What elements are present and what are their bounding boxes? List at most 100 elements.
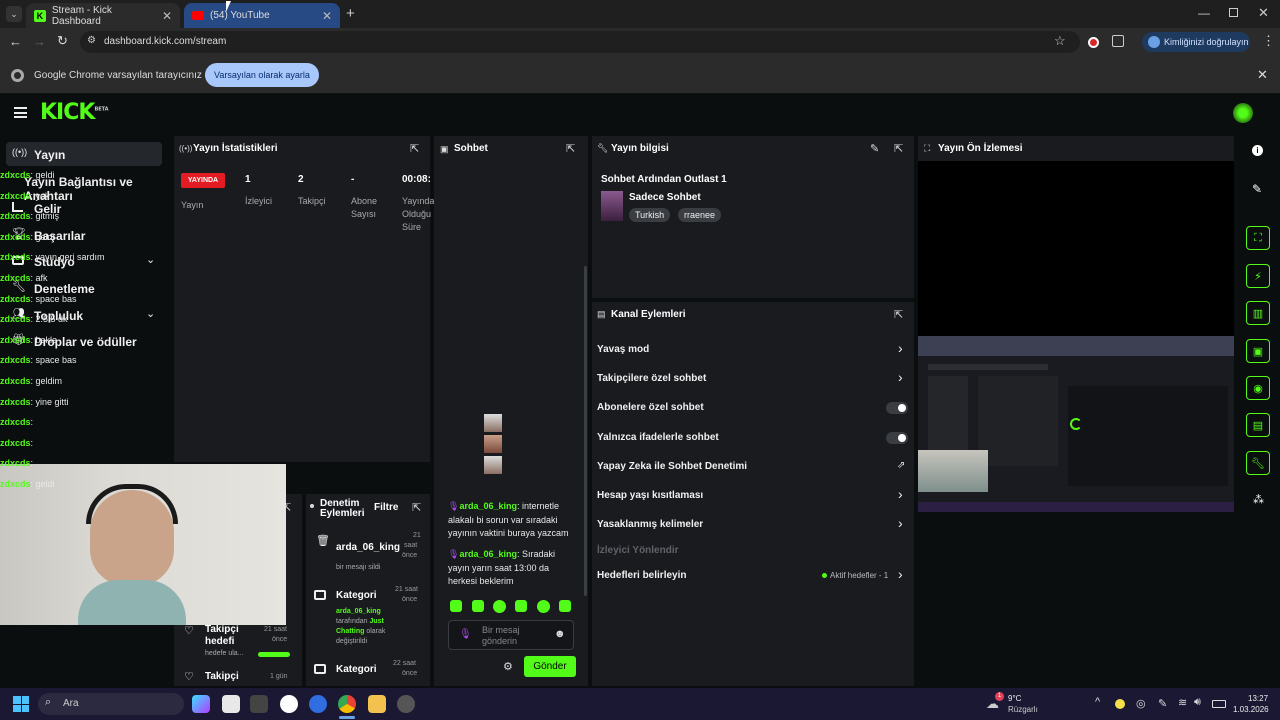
close-tab-icon[interactable]: ✕	[322, 9, 332, 23]
chat-username[interactable]: zdxcds	[0, 211, 31, 221]
category-name[interactable]: Sadece Sohbet	[629, 192, 701, 203]
edit-pencil-icon[interactable]: ✎	[870, 142, 879, 155]
tray-app-icon[interactable]: ✎	[1158, 697, 1167, 710]
maximize-icon[interactable]	[1229, 8, 1238, 17]
emote-icon[interactable]	[537, 600, 550, 613]
chat-username[interactable]: zdxcds	[0, 417, 31, 427]
chevron-right-icon[interactable]: ›	[898, 515, 903, 531]
taskbar-search[interactable]: ⌕ Ara	[38, 693, 184, 715]
reload-icon[interactable]: ↻	[57, 33, 68, 49]
chrome-taskbar-icon[interactable]	[338, 695, 356, 713]
file-explorer-icon[interactable]	[368, 695, 386, 713]
new-tab-icon[interactable]: +	[346, 5, 355, 22]
site-info-icon[interactable]: ⚙	[87, 35, 96, 46]
chat-username[interactable]: zdxcds	[0, 479, 31, 489]
action-set-goals[interactable]: Hedefleri belirleyin	[597, 570, 686, 581]
tray-app-icon[interactable]: ◎	[1136, 697, 1146, 710]
windows-start-icon[interactable]	[13, 696, 29, 712]
battery-icon[interactable]	[1212, 700, 1226, 708]
bookmark-star-icon[interactable]: ☆	[1054, 33, 1066, 49]
close-tab-icon[interactable]: ✕	[162, 9, 172, 23]
kick-logo[interactable]: KICKBETA	[40, 100, 109, 125]
channel-actions-button[interactable]: ▤	[1246, 413, 1270, 437]
popout-icon[interactable]: ⇱	[894, 142, 903, 155]
tag-pill[interactable]: Turkish	[629, 208, 671, 222]
emote-icon[interactable]	[515, 600, 527, 612]
close-window-icon[interactable]: ✕	[1258, 5, 1269, 21]
minimize-icon[interactable]: —	[1198, 6, 1210, 20]
chat-username[interactable]: zdxcds	[0, 294, 31, 304]
clock-time[interactable]: 13:27	[1248, 694, 1268, 703]
send-button[interactable]: Gönder	[524, 656, 576, 677]
address-bar[interactable]: ⚙ dashboard.kick.com/stream ☆	[80, 31, 1080, 53]
tab-list-button[interactable]: ⌄	[6, 6, 22, 22]
popout-icon[interactable]: ⇱	[410, 142, 419, 155]
subscribers-only-toggle[interactable]	[886, 402, 908, 414]
layout-icon[interactable]: ⁂	[1253, 493, 1264, 506]
volume-icon[interactable]: 🔊︎	[1194, 696, 1201, 709]
popout-icon[interactable]: ⇱	[412, 501, 421, 514]
action-banned-words[interactable]: Yasaklanmış kelimeler	[597, 519, 703, 530]
action-account-age[interactable]: Hesap yaşı kısıtlaması	[597, 490, 703, 501]
profile-button[interactable]: Kimliğinizi doğrulayın	[1142, 32, 1250, 52]
info-icon[interactable]: i	[1252, 145, 1263, 156]
chat-button[interactable]: ▣	[1246, 339, 1270, 363]
emoji-icon[interactable]: ☻	[554, 628, 566, 640]
back-icon[interactable]: ←	[9, 34, 22, 49]
preview-toggle-button[interactable]: ⛶	[1246, 226, 1270, 250]
chat-username[interactable]: zdxcds	[0, 335, 31, 345]
tab-kick[interactable]: K Stream - Kick Dashboard ✕	[26, 3, 180, 28]
tray-chevron-icon[interactable]: ^	[1095, 696, 1100, 708]
emote-icon[interactable]	[450, 600, 462, 612]
chat-username[interactable]: zdxcds	[0, 170, 31, 180]
set-default-button[interactable]: Varsayılan olarak ayarla	[205, 63, 319, 87]
user-avatar[interactable]	[1233, 103, 1253, 123]
chat-settings-icon[interactable]: ⚙	[503, 660, 513, 673]
chat-scrollbar[interactable]	[584, 266, 587, 596]
chat-username[interactable]: zdxcds	[0, 438, 31, 448]
tag-pill[interactable]: rraenee	[678, 208, 722, 222]
chevron-right-icon[interactable]: ›	[898, 566, 903, 582]
chat-username[interactable]: zdxcds	[0, 355, 31, 365]
forward-icon[interactable]: →	[33, 34, 46, 49]
external-link-icon[interactable]: ⇗	[897, 460, 905, 471]
chat-username[interactable]: zdxcds	[0, 191, 31, 201]
app-icon[interactable]	[397, 695, 415, 713]
chat-input[interactable]: 🎙︎ Bir mesaj gönderin ☻	[448, 620, 574, 650]
emote-icon[interactable]	[472, 600, 484, 612]
sidebar-item-yayin[interactable]: ((•)) Yayın	[6, 142, 162, 166]
action-ai-moderation[interactable]: Yapay Zeka ile Sohbet Denetimi	[597, 461, 747, 472]
copilot-icon[interactable]	[192, 695, 210, 713]
emotes-only-toggle[interactable]	[886, 432, 908, 444]
app-icon[interactable]	[250, 695, 268, 713]
popout-icon[interactable]: ⇱	[894, 308, 903, 321]
chat-username[interactable]: zdxcds	[0, 252, 31, 262]
extension-icon[interactable]	[1088, 37, 1099, 48]
store-icon[interactable]	[222, 695, 240, 713]
lightning-button[interactable]: ⚡︎	[1246, 264, 1270, 288]
chat-username[interactable]: zdxcds	[0, 397, 31, 407]
chat-username[interactable]: zdxcds	[0, 232, 31, 242]
tray-app-icon[interactable]	[1115, 699, 1125, 709]
emote-icon[interactable]	[559, 600, 571, 612]
broadcast-button[interactable]: ◉	[1246, 376, 1270, 400]
chevron-right-icon[interactable]: ›	[898, 340, 903, 356]
action-followers-only[interactable]: Takipçilere özel sohbet	[597, 373, 706, 384]
edit-pencil-icon[interactable]: ✎	[1252, 182, 1262, 196]
tab-youtube[interactable]: (54) YouTube ✕	[184, 3, 340, 28]
chat-username[interactable]: zdxcds	[0, 314, 31, 324]
chat-username[interactable]: zdxcds	[0, 458, 31, 468]
chevron-right-icon[interactable]: ›	[898, 486, 903, 502]
chevron-right-icon[interactable]: ›	[898, 369, 903, 385]
filter-button[interactable]: Filtre	[374, 502, 398, 513]
clock-date[interactable]: 1.03.2026	[1233, 705, 1269, 714]
app-icon[interactable]	[309, 695, 327, 713]
notes-button[interactable]: ▥	[1246, 301, 1270, 325]
chat-username[interactable]: zdxcds	[0, 376, 31, 386]
moderation-button[interactable]: 🔧︎	[1246, 451, 1270, 475]
hamburger-menu-icon[interactable]	[14, 107, 27, 118]
chat-username[interactable]: zdxcds	[0, 273, 31, 283]
yandex-icon[interactable]	[280, 695, 298, 713]
extensions-puzzle-icon[interactable]	[1112, 35, 1124, 47]
emote-icon[interactable]	[493, 600, 506, 613]
